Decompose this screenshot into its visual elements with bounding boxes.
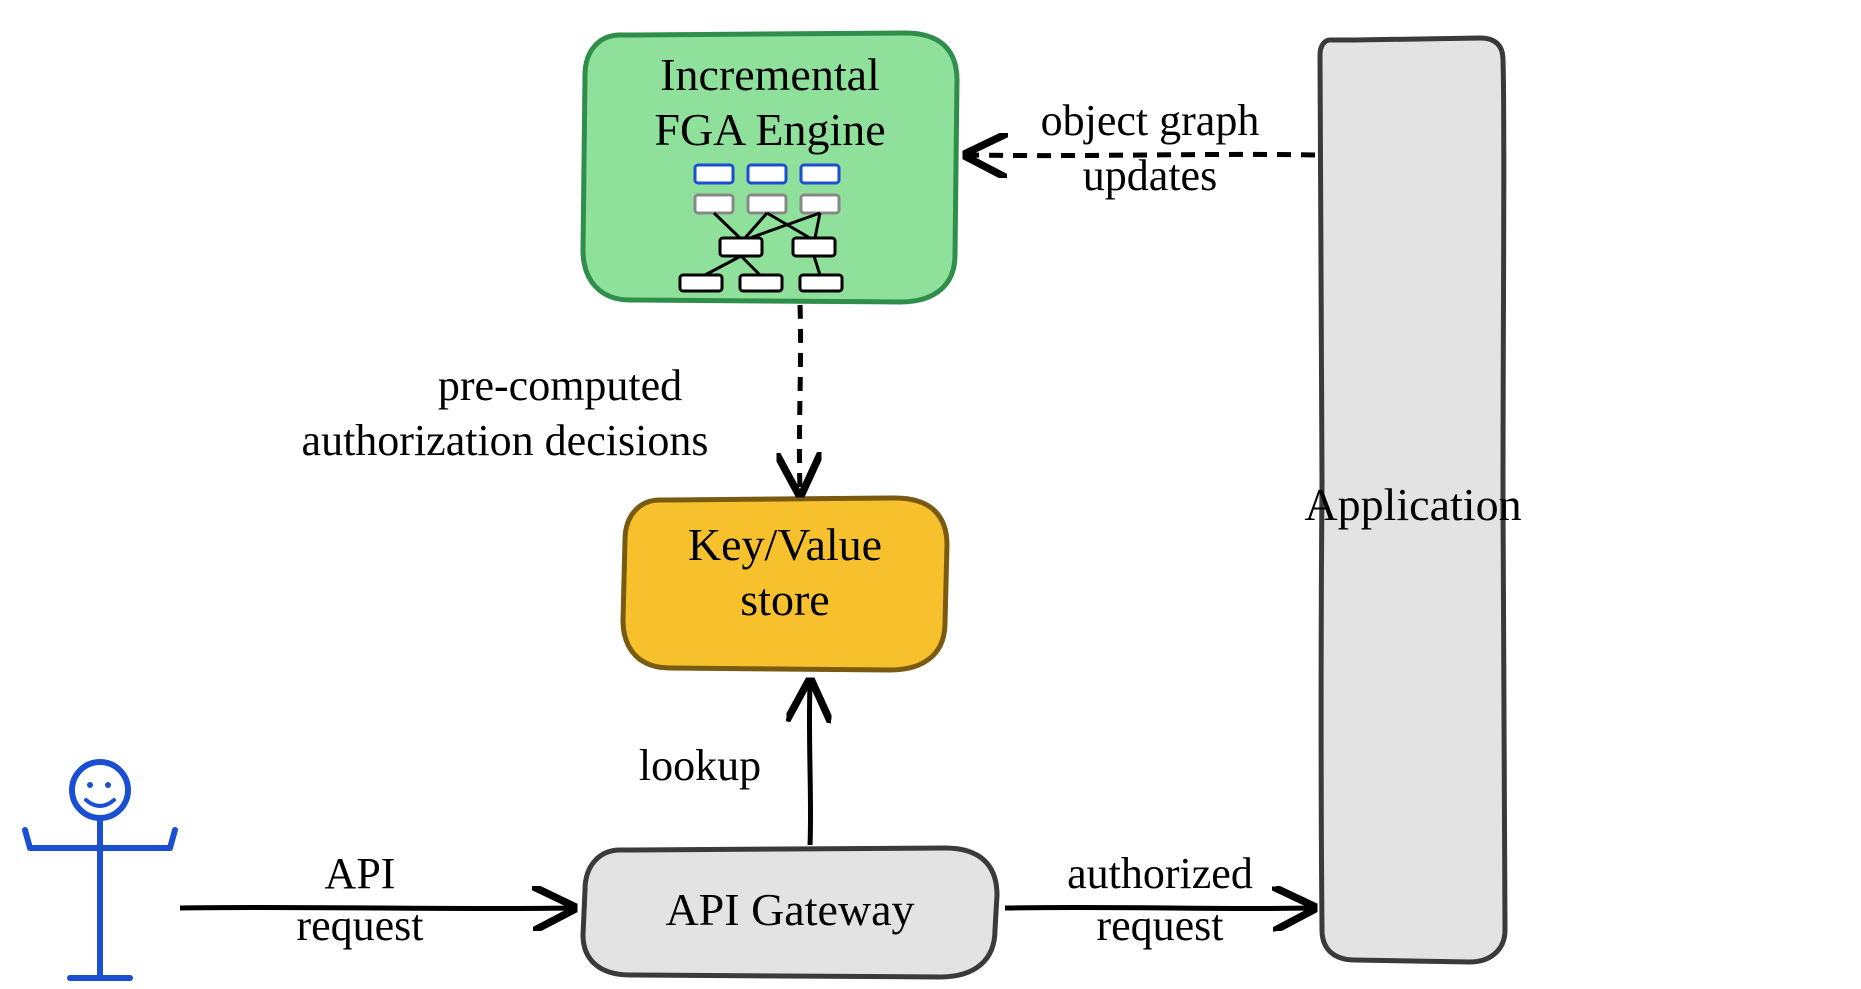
edge-api-request-label-2: request <box>296 901 423 950</box>
edge-precomputed-label-2: authorization decisions <box>302 416 709 465</box>
kv-store-label-2: store <box>740 574 829 625</box>
edge-authorized-label-1: authorized <box>1067 849 1253 898</box>
edge-authorized-request: authorized request <box>1005 849 1310 950</box>
edge-object-graph-label-1: object graph <box>1041 96 1260 145</box>
fga-engine-node: Incremental FGA Engine <box>583 33 957 302</box>
kv-store-label-1: Key/Value <box>688 519 882 570</box>
edge-object-graph-label-2: updates <box>1083 151 1217 200</box>
edge-object-graph-updates: object graph updates <box>970 96 1315 200</box>
application-label: Application <box>1304 479 1521 530</box>
edge-precomputed-label-1: pre-computed <box>438 361 682 410</box>
edge-lookup-label: lookup <box>639 741 761 790</box>
edge-lookup: lookup <box>639 685 811 845</box>
edge-api-request-label-1: API <box>325 849 396 898</box>
fga-engine-label-1: Incremental <box>660 49 880 100</box>
architecture-diagram: Application Incremental FGA Engine <box>0 0 1861 989</box>
edge-authorized-label-2: request <box>1096 901 1223 950</box>
edge-precomputed: pre-computed authorization decisions <box>302 305 801 490</box>
fga-engine-label-2: FGA Engine <box>654 104 885 155</box>
application-node: Application <box>1304 38 1521 962</box>
edge-api-request: API request <box>180 849 570 950</box>
api-gateway-label: API Gateway <box>665 884 914 935</box>
kv-store-node: Key/Value store <box>623 498 947 670</box>
user-icon <box>25 762 175 978</box>
api-gateway-node: API Gateway <box>583 848 997 977</box>
